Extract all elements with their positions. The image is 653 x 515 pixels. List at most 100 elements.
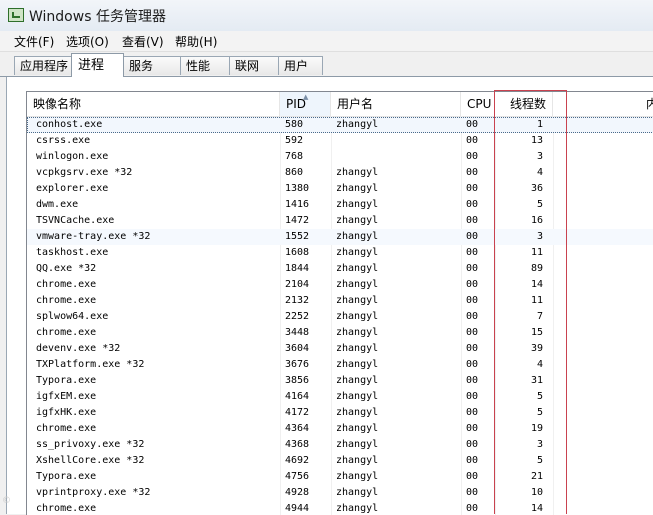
- column-threads[interactable]: 线程数: [495, 92, 553, 116]
- process-cpu: 00: [466, 263, 479, 274]
- process-image-name: Typora.exe: [36, 471, 97, 482]
- process-list[interactable]: 映像名称 PID ▲ 用户名 CPU 线程数 内 conhost.exe 580 z…: [26, 91, 653, 515]
- process-username: zhangyl: [336, 295, 379, 306]
- process-image-name: chrome.exe: [36, 327, 97, 338]
- process-row[interactable]: TXPlatform.exe *32 3676 zhangyl 00 4: [27, 357, 653, 373]
- process-row[interactable]: chrome.exe 2104 zhangyl 00 14: [27, 277, 653, 293]
- process-pid: 860: [285, 167, 304, 178]
- process-thread-count: 11: [530, 295, 543, 306]
- process-thread-count: 5: [536, 455, 543, 466]
- menu-file[interactable]: 文件(F): [14, 33, 54, 50]
- menu-options[interactable]: 选项(O): [66, 33, 109, 50]
- process-row[interactable]: vprintproxy.exe *32 4928 zhangyl 00 10: [27, 485, 653, 501]
- process-cpu: 00: [466, 487, 479, 498]
- process-image-name: QQ.exe *32: [36, 263, 97, 274]
- process-row[interactable]: devenv.exe *32 3604 zhangyl 00 39: [27, 341, 653, 357]
- process-thread-count: 15: [530, 327, 543, 338]
- process-thread-count: 1: [536, 119, 543, 130]
- process-cpu: 00: [466, 151, 479, 162]
- process-row[interactable]: chrome.exe 4944 zhangyl 00 14: [27, 501, 653, 515]
- process-image-name: csrss.exe: [36, 135, 91, 146]
- process-image-name: Typora.exe: [36, 375, 97, 386]
- menu-help[interactable]: 帮助(H): [175, 33, 217, 50]
- process-thread-count: 39: [530, 343, 543, 354]
- process-row[interactable]: taskhost.exe 1608 zhangyl 00 11: [27, 245, 653, 261]
- tab-networking[interactable]: 联网: [229, 56, 279, 75]
- process-thread-count: 4: [536, 167, 543, 178]
- process-row[interactable]: igfxEM.exe 4164 zhangyl 00 5: [27, 389, 653, 405]
- process-username: zhangyl: [336, 407, 379, 418]
- tab-users[interactable]: 用户: [278, 56, 323, 75]
- process-row[interactable]: csrss.exe 592 00 13: [27, 133, 653, 149]
- process-username: zhangyl: [336, 311, 379, 322]
- process-row[interactable]: vcpkgsrv.exe *32 860 zhangyl 00 4: [27, 165, 653, 181]
- process-pid: 580: [285, 119, 304, 130]
- process-username: zhangyl: [336, 231, 379, 242]
- process-username: zhangyl: [336, 391, 379, 402]
- process-cpu: 00: [466, 279, 479, 290]
- process-thread-count: 36: [530, 183, 543, 194]
- process-username: zhangyl: [336, 375, 379, 386]
- menu-view[interactable]: 查看(V): [122, 33, 164, 50]
- process-row[interactable]: ss_privoxy.exe *32 4368 zhangyl 00 3: [27, 437, 653, 453]
- process-row[interactable]: Typora.exe 4756 zhangyl 00 21: [27, 469, 653, 485]
- process-row[interactable]: splwow64.exe 2252 zhangyl 00 7: [27, 309, 653, 325]
- process-username: zhangyl: [336, 263, 379, 274]
- process-pid: 1608: [285, 247, 310, 258]
- tab-processes[interactable]: 进程: [71, 53, 124, 77]
- process-pid: 4944: [285, 503, 310, 514]
- process-row[interactable]: chrome.exe 4364 zhangyl 00 19: [27, 421, 653, 437]
- column-memory[interactable]: 内: [553, 92, 653, 116]
- process-row[interactable]: chrome.exe 2132 zhangyl 00 11: [27, 293, 653, 309]
- process-pid: 4172: [285, 407, 310, 418]
- column-image-name[interactable]: 映像名称: [27, 92, 280, 116]
- process-cpu: 00: [466, 471, 479, 482]
- process-pid: 4756: [285, 471, 310, 482]
- process-username: zhangyl: [336, 119, 379, 130]
- process-image-name: dwm.exe: [36, 199, 79, 210]
- process-row[interactable]: Typora.exe 3856 zhangyl 00 31: [27, 373, 653, 389]
- process-image-name: chrome.exe: [36, 503, 97, 514]
- process-row[interactable]: explorer.exe 1380 zhangyl 00 36: [27, 181, 653, 197]
- process-username: zhangyl: [336, 247, 379, 258]
- process-pid: 3604: [285, 343, 310, 354]
- tab-applications[interactable]: 应用程序: [14, 56, 72, 75]
- process-row[interactable]: conhost.exe 580 zhangyl 00 1: [27, 117, 653, 133]
- process-pid: 1552: [285, 231, 310, 242]
- column-cpu[interactable]: CPU: [461, 92, 495, 116]
- process-image-name: splwow64.exe: [36, 311, 109, 322]
- process-row[interactable]: chrome.exe 3448 zhangyl 00 15: [27, 325, 653, 341]
- process-pid: 4692: [285, 455, 310, 466]
- column-username[interactable]: 用户名: [331, 92, 461, 116]
- process-row[interactable]: XshellCore.exe *32 4692 zhangyl 00 5: [27, 453, 653, 469]
- process-cpu: 00: [466, 327, 479, 338]
- list-header: 映像名称 PID ▲ 用户名 CPU 线程数 内: [27, 92, 653, 117]
- process-row[interactable]: igfxHK.exe 4172 zhangyl 00 5: [27, 405, 653, 421]
- process-row[interactable]: dwm.exe 1416 zhangyl 00 5: [27, 197, 653, 213]
- process-thread-count: 3: [536, 231, 543, 242]
- process-cpu: 00: [466, 295, 479, 306]
- process-thread-count: 10: [530, 487, 543, 498]
- process-username: zhangyl: [336, 359, 379, 370]
- process-row[interactable]: winlogon.exe 768 00 3: [27, 149, 653, 165]
- column-pid[interactable]: PID ▲: [280, 92, 331, 116]
- process-row[interactable]: TSVNCache.exe 1472 zhangyl 00 16: [27, 213, 653, 229]
- process-cpu: 00: [466, 231, 479, 242]
- process-pid: 2252: [285, 311, 310, 322]
- process-cpu: 00: [466, 423, 479, 434]
- process-row[interactable]: vmware-tray.exe *32 1552 zhangyl 00 3: [27, 229, 653, 245]
- process-thread-count: 31: [530, 375, 543, 386]
- process-pid: 1380: [285, 183, 310, 194]
- process-thread-count: 19: [530, 423, 543, 434]
- tab-services[interactable]: 服务: [123, 56, 181, 75]
- process-thread-count: 14: [530, 279, 543, 290]
- process-thread-count: 14: [530, 503, 543, 514]
- process-username: zhangyl: [336, 471, 379, 482]
- process-row[interactable]: QQ.exe *32 1844 zhangyl 00 89: [27, 261, 653, 277]
- task-manager-app-icon: [8, 8, 24, 22]
- process-cpu: 00: [466, 119, 479, 130]
- sort-ascending-icon: ▲: [303, 93, 309, 101]
- tab-performance[interactable]: 性能: [180, 56, 230, 75]
- process-username: zhangyl: [336, 215, 379, 226]
- process-username: zhangyl: [336, 327, 379, 338]
